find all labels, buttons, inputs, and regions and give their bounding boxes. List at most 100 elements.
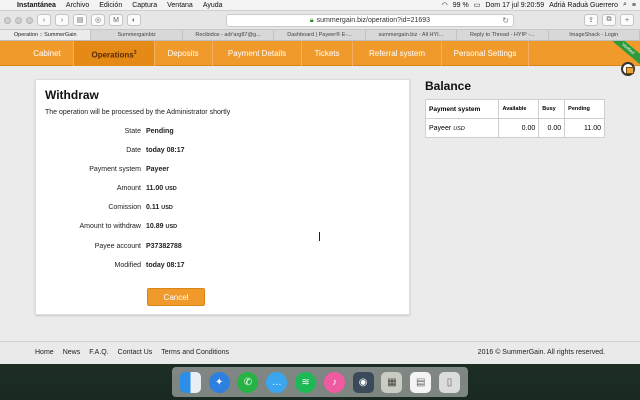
- table-row: Payeer USD 0.00 0.00 11.00: [424, 118, 605, 138]
- menu-ayuda[interactable]: Ayuda: [198, 2, 228, 9]
- text-cursor-icon: [319, 232, 322, 241]
- forward-icon[interactable]: ›: [55, 14, 69, 26]
- new-tab-icon[interactable]: +: [620, 14, 634, 26]
- verified-badge-icon[interactable]: [621, 62, 635, 76]
- balance-title: Balance: [425, 79, 472, 93]
- tabs-overview-icon[interactable]: ⧉: [602, 14, 616, 26]
- itunes-icon[interactable]: ♪: [323, 371, 345, 393]
- footer-link-news[interactable]: News: [63, 349, 81, 356]
- tab-summergainbiz[interactable]: Summergainbiz: [91, 30, 183, 40]
- detail-row-payee-account: Payee account P37382788: [36, 243, 411, 255]
- withdraw-card: Withdraw The operation will be processed…: [35, 79, 410, 315]
- menu-archivo[interactable]: Archivo: [61, 2, 94, 9]
- operations-count-badge: 3: [133, 50, 137, 56]
- detail-row-amount: Amount 11.00 USD: [36, 185, 411, 197]
- footer-link-home[interactable]: Home: [35, 349, 54, 356]
- sidebar-icon[interactable]: ▤: [73, 14, 87, 26]
- share-icon[interactable]: ⇪: [584, 14, 598, 26]
- wifi-icon[interactable]: ◠: [442, 1, 448, 9]
- detail-value-text: Pending: [146, 128, 174, 135]
- detail-unit: USD: [165, 224, 178, 230]
- detail-value: today 08:17: [146, 262, 185, 269]
- nav-cabinet[interactable]: Cabinet: [22, 41, 72, 66]
- address-bar[interactable]: 🔒︎ summergain.biz/operation?id=21693 ↻: [226, 14, 514, 27]
- detail-value-text: today 08:17: [146, 262, 185, 269]
- footer-link-contact[interactable]: Contact Us: [118, 349, 153, 356]
- close-window-button[interactable]: [4, 16, 11, 24]
- busy-cell: 0.00: [538, 118, 566, 138]
- toolbar-right: ⇪ ⧉ +: [584, 14, 634, 26]
- url-text: summergain.biz/operation?id=21693: [316, 17, 431, 24]
- nav-deposits[interactable]: Deposits: [155, 41, 211, 66]
- detail-value: 0.11 USD: [146, 204, 173, 211]
- footer-link-terms[interactable]: Terms and Conditions: [161, 349, 229, 356]
- extension-icon[interactable]: ◎: [91, 14, 105, 26]
- detail-value-text: 0.11: [146, 204, 160, 211]
- gmail-icon[interactable]: M: [109, 14, 123, 26]
- spotify-icon[interactable]: ≋: [295, 371, 317, 393]
- detail-label: Comission: [108, 204, 141, 211]
- detail-value: today 08:17: [146, 147, 185, 154]
- preview-icon[interactable]: ▦: [381, 371, 403, 393]
- detail-row-date: Date today 08:17: [36, 147, 411, 159]
- whatsapp-icon[interactable]: ✆: [237, 371, 259, 393]
- zoom-window-button[interactable]: [26, 16, 33, 24]
- column-header: Payment system: [424, 99, 500, 119]
- detail-label: Modified: [114, 262, 141, 269]
- tab-reply-thread[interactable]: Reply to Thread - HYIP -...: [457, 30, 549, 40]
- detail-label: Amount to withdraw: [79, 223, 141, 230]
- nav-tickets[interactable]: Tickets: [302, 41, 352, 66]
- pending-cell: 11.00: [564, 118, 605, 138]
- detail-row-amount-to-withdraw: Amount to withdraw 10.89 USD: [36, 223, 411, 235]
- list-icon[interactable]: ≡: [632, 2, 636, 9]
- tab-imageshack[interactable]: ImageShack - Login: [549, 30, 640, 40]
- finder-icon[interactable]: [179, 371, 201, 393]
- steam-icon[interactable]: ◉: [352, 371, 374, 393]
- detail-row-comission: Comission 0.11 USD: [36, 204, 411, 216]
- payment-system-name: Payeer: [429, 124, 452, 132]
- currency-label: USD: [453, 125, 465, 132]
- nav-referral-system[interactable]: Referral system: [353, 41, 441, 66]
- detail-row-state: State Pending: [36, 128, 411, 140]
- minimize-window-button[interactable]: [15, 16, 22, 24]
- tab-payeer-dashboard[interactable]: Dashboard | Payeer® E-...: [274, 30, 366, 40]
- nav-operations[interactable]: Operations3: [74, 41, 154, 66]
- battery-icon[interactable]: ▭: [474, 1, 481, 9]
- battery-percent[interactable]: 99 %: [453, 2, 469, 9]
- document-icon[interactable]: ▤: [410, 371, 432, 393]
- detail-value-text: 11.00: [146, 185, 164, 192]
- messages-icon[interactable]: …: [266, 371, 288, 393]
- available-cell: 0.00: [498, 118, 540, 138]
- detail-unit: USD: [161, 205, 173, 211]
- site-nav: Cabinet Operations3 Deposits Payment Det…: [0, 41, 640, 67]
- user-name[interactable]: Adrià Raduà Guerrero: [549, 2, 618, 9]
- withdraw-title: Withdraw: [45, 88, 99, 102]
- detail-value: Payeer: [146, 166, 169, 173]
- tab-recibidos[interactable]: Recibidos - adr'arg87@g...: [183, 30, 275, 40]
- tab-operation[interactable]: Operation :: SummerGain: [0, 30, 92, 40]
- reload-icon[interactable]: ↻: [502, 16, 509, 25]
- cancel-button[interactable]: Cancel: [147, 288, 205, 306]
- menu-bar: Instantánea Archivo Edición Captura Vent…: [0, 0, 640, 11]
- detail-value: 11.00 USD: [146, 185, 177, 192]
- menu-app-name[interactable]: Instantánea: [12, 2, 61, 9]
- column-header: Busy: [538, 99, 566, 119]
- safari-icon[interactable]: ✦: [208, 371, 230, 393]
- detail-label: Payment system: [89, 166, 141, 173]
- tab-summergain-hyip[interactable]: summergain.biz - All HYI...: [366, 30, 458, 40]
- payment-system-cell: Payeer USD: [424, 118, 500, 138]
- menu-edicion[interactable]: Edición: [94, 2, 127, 9]
- column-header: Available: [498, 99, 540, 119]
- menu-ventana[interactable]: Ventana: [162, 2, 198, 9]
- footer-link-faq[interactable]: F.A.Q.: [89, 349, 108, 356]
- back-icon[interactable]: ‹: [37, 14, 51, 26]
- trash-icon[interactable]: ▯: [439, 371, 461, 393]
- detail-label: Date: [126, 147, 141, 154]
- screen: Instantánea Archivo Edición Captura Vent…: [0, 0, 640, 400]
- menu-captura[interactable]: Captura: [127, 2, 162, 9]
- nav-personal-settings[interactable]: Personal Settings: [442, 41, 528, 66]
- clock[interactable]: Dom 17 jul 9:20:59: [485, 2, 544, 9]
- pocket-icon[interactable]: ◐: [127, 14, 141, 26]
- nav-payment-details[interactable]: Payment Details: [213, 41, 301, 66]
- search-icon[interactable]: ⌕: [623, 1, 627, 9]
